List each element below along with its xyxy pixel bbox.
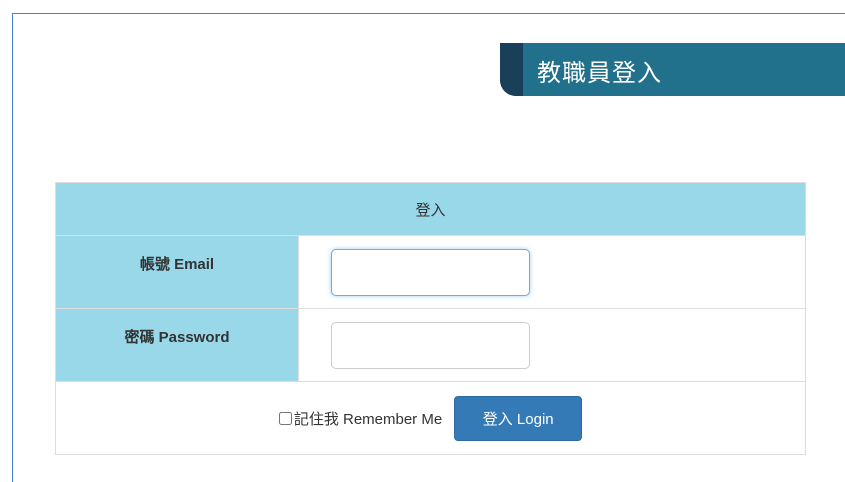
login-form-footer: 記住我 Remember Me 登入 Login xyxy=(55,381,806,455)
remember-me-label[interactable]: 記住我 Remember Me xyxy=(294,408,442,429)
banner-accent-stripe xyxy=(500,43,523,96)
page-banner: 教職員登入 xyxy=(500,43,845,96)
password-label: 密碼 Password xyxy=(55,308,299,382)
password-cell xyxy=(298,308,806,382)
remember-me-checkbox[interactable] xyxy=(278,411,292,425)
password-field[interactable] xyxy=(331,321,530,369)
login-form-header: 登入 xyxy=(55,182,806,236)
login-button[interactable]: 登入 Login xyxy=(454,395,583,441)
remember-login-row: 記住我 Remember Me 登入 Login xyxy=(278,395,583,441)
email-cell xyxy=(298,235,806,309)
email-label: 帳號 Email xyxy=(55,235,299,309)
login-form-table: 登入 帳號 Email 密碼 Password 記住我 Remember Me … xyxy=(55,182,806,455)
banner-title: 教職員登入 xyxy=(537,60,662,87)
email-field[interactable] xyxy=(331,248,530,296)
